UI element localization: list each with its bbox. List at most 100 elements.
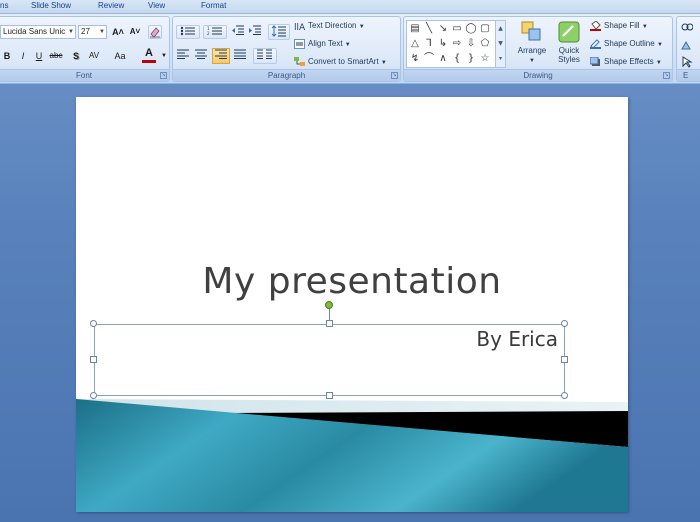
pen-icon <box>590 39 601 49</box>
paint-bucket-icon <box>590 20 601 31</box>
font-name-combo[interactable]: Lucida Sans Unic ▼ <box>0 25 76 39</box>
align-center-icon <box>195 49 207 59</box>
chevron-down-icon: ▼ <box>655 60 662 67</box>
tab-format[interactable]: Format <box>201 1 226 10</box>
shape-effects-label: Shape Effects <box>604 57 654 67</box>
bullets-button[interactable] <box>176 25 200 39</box>
align-text-label: Align Text <box>308 39 343 49</box>
dialog-launcher-icon[interactable]: ↘ <box>391 72 398 79</box>
rotation-stem <box>329 309 330 321</box>
editing-group: E <box>676 16 700 82</box>
numbering-button[interactable]: 12 <box>203 25 227 39</box>
quick-styles-button[interactable]: Quick Styles <box>552 20 586 64</box>
resize-handle-left[interactable] <box>90 356 97 363</box>
right-brace-shape-icon[interactable]: } <box>465 53 477 65</box>
quick-styles-icon <box>558 21 580 43</box>
resize-handle-top[interactable] <box>326 320 333 327</box>
tab-view[interactable]: View <box>148 1 165 10</box>
svg-text:2: 2 <box>207 31 210 36</box>
text-direction-button[interactable]: llA Text Direction ▼ <box>294 21 365 33</box>
gallery-scroll[interactable]: ▲ ▼ ▾ <box>495 21 505 67</box>
shape-outline-button[interactable]: Shape Outline ▼ <box>590 39 663 49</box>
increase-indent-button[interactable] <box>248 25 262 39</box>
columns-button[interactable] <box>253 48 277 64</box>
pentagon-shape-icon[interactable]: ⬠ <box>479 38 491 50</box>
slide-title[interactable]: My presentation <box>76 261 628 302</box>
star-shape-icon[interactable]: ☆ <box>479 53 491 65</box>
dialog-launcher-icon[interactable]: ↘ <box>160 72 167 79</box>
select-icon[interactable] <box>680 56 694 70</box>
convert-smartart-label: Convert to SmartArt <box>308 57 379 67</box>
change-case-button[interactable]: Aa <box>113 49 127 63</box>
find-icon[interactable] <box>680 23 694 37</box>
oval-shape-icon[interactable]: ◯ <box>465 23 477 35</box>
resize-handle-top-right[interactable] <box>561 320 568 327</box>
shrink-font-button[interactable]: A˅ <box>128 25 142 39</box>
down-arrow-shape-icon[interactable]: ⇩ <box>465 38 477 50</box>
font-name-value: Lucida Sans Unic <box>3 27 66 36</box>
bold-button[interactable]: B <box>0 49 14 63</box>
chevron-down-icon[interactable]: ▼ <box>157 49 171 63</box>
resize-handle-bottom-left[interactable] <box>90 392 97 399</box>
align-center-button[interactable] <box>194 49 208 63</box>
tab-slide-show[interactable]: Slide Show <box>31 1 71 10</box>
align-text-button[interactable]: Align Text ▼ <box>294 39 351 49</box>
resize-handle-top-left[interactable] <box>90 320 97 327</box>
convert-smartart-button[interactable]: Convert to SmartArt ▼ <box>294 57 387 67</box>
decrease-indent-button[interactable] <box>231 25 245 39</box>
strikethrough-button[interactable]: abc <box>49 49 63 63</box>
text-shadow-button[interactable]: S <box>69 49 83 63</box>
shapes-gallery[interactable]: ▤ ╲ ↘ ▭ ◯ ▢ △ ⅂ ↳ ⇨ ⇩ ⬠ ↯ ⌒ ∧ { } ☆ ▲ ▼ ▾ <box>406 20 506 68</box>
tab-animations[interactable]: ns <box>0 1 8 10</box>
bullets-icon <box>180 26 195 36</box>
arrange-label: Arrange <box>517 46 547 55</box>
svg-text:llA: llA <box>294 23 305 31</box>
grow-font-button[interactable]: A˄ <box>111 25 125 39</box>
font-size-combo[interactable]: 27 ▼ <box>78 25 107 39</box>
triangle-shape-icon[interactable]: △ <box>409 38 421 50</box>
dialog-launcher-icon[interactable]: ↘ <box>663 72 670 79</box>
resize-handle-bottom-right[interactable] <box>561 392 568 399</box>
arrange-button[interactable]: Arrange ▼ <box>515 20 549 66</box>
paragraph-group: 12 llA Text Direction ▼ Align Text ▼ Con… <box>172 16 401 82</box>
curve-shape-icon[interactable]: ↯ <box>409 53 421 65</box>
replace-icon[interactable] <box>680 40 694 54</box>
resize-handle-right[interactable] <box>561 356 568 363</box>
eraser-icon <box>150 27 160 38</box>
line-spacing-button[interactable] <box>268 24 290 40</box>
slide-subtitle[interactable]: By Erica <box>476 327 558 351</box>
chevron-down-icon: ▼ <box>358 24 365 31</box>
subtitle-placeholder-selected[interactable]: By Erica <box>94 324 565 396</box>
decrease-indent-icon <box>232 25 244 35</box>
arrow-line-shape-icon[interactable]: ↘ <box>437 23 449 35</box>
elbow-arrow-shape-icon[interactable]: ↳ <box>437 38 449 50</box>
shape-fill-button[interactable]: Shape Fill ▼ <box>590 20 648 31</box>
left-brace-shape-icon[interactable]: { <box>451 53 463 65</box>
increase-indent-icon <box>249 25 261 35</box>
line-shape-icon[interactable]: ╲ <box>423 23 435 35</box>
freeform-shape-icon[interactable]: ∧ <box>437 53 449 65</box>
resize-handle-bottom[interactable] <box>326 392 333 399</box>
clear-formatting-button[interactable] <box>148 25 162 39</box>
text-direction-icon: llA <box>294 21 306 33</box>
elbow-connector-shape-icon[interactable]: ⅂ <box>423 38 435 50</box>
shape-effects-button[interactable]: Shape Effects ▼ <box>589 56 662 67</box>
justify-button[interactable] <box>233 49 247 63</box>
right-arrow-shape-icon[interactable]: ⇨ <box>451 38 463 50</box>
slide-canvas[interactable]: My presentation By Erica <box>76 97 628 512</box>
textbox-shape-icon[interactable]: ▤ <box>409 23 421 35</box>
rectangle-shape-icon[interactable]: ▭ <box>451 23 463 35</box>
rounded-rect-shape-icon[interactable]: ▢ <box>479 23 491 35</box>
italic-button[interactable]: I <box>16 49 30 63</box>
arc-shape-icon[interactable]: ⌒ <box>423 53 435 65</box>
chevron-down-icon: ▼ <box>656 42 663 49</box>
tab-review[interactable]: Review <box>98 1 124 10</box>
align-right-button[interactable] <box>212 48 230 64</box>
underline-button[interactable]: U <box>32 49 46 63</box>
character-spacing-button[interactable]: AV <box>87 49 101 63</box>
font-color-button[interactable]: A <box>142 47 156 63</box>
align-text-icon <box>294 39 305 49</box>
rotate-handle[interactable] <box>325 301 333 309</box>
line-spacing-icon <box>271 25 286 37</box>
align-left-button[interactable] <box>176 49 190 63</box>
